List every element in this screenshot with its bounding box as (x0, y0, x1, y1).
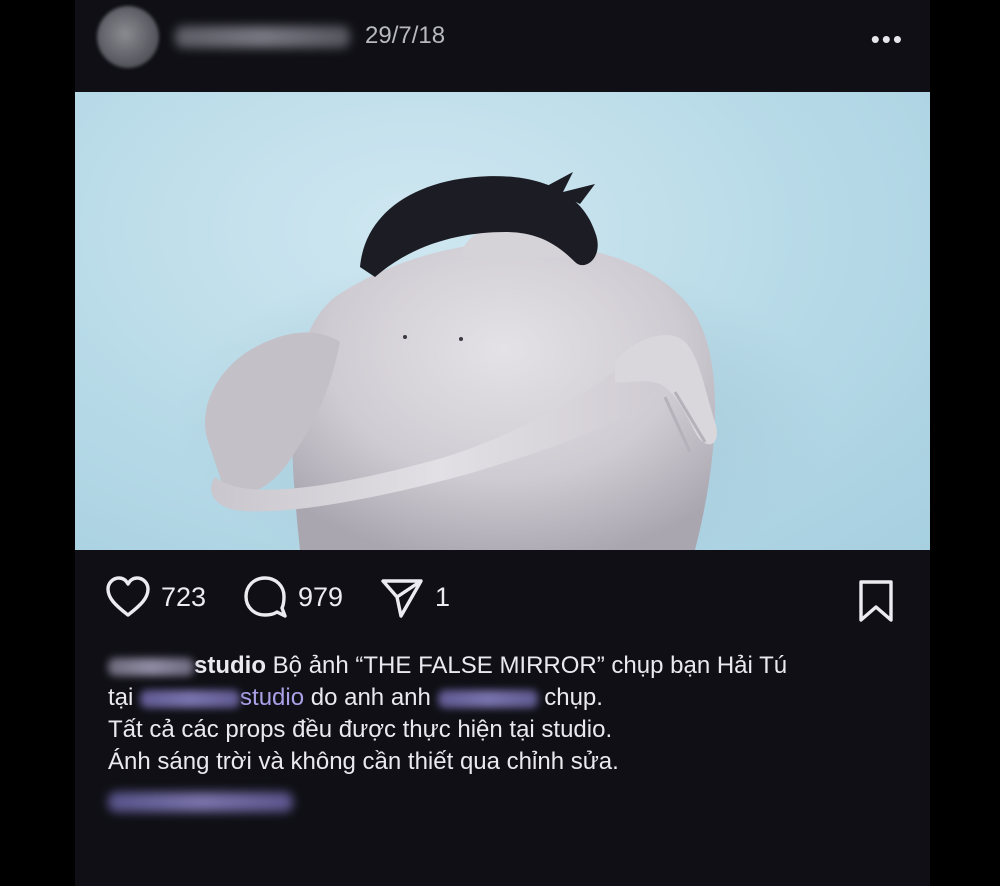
blurred-photographer-mention[interactable] (437, 689, 538, 708)
post-date: 29/7/18 (365, 22, 446, 49)
caption-line1-text: Bộ ảnh “THE FALSE MIRROR” chụp bạn Hải T… (272, 652, 788, 679)
caption-line-1: studio Bộ ảnh “THE FALSE MIRROR” chụp bạ… (108, 650, 898, 682)
action-bar: 723 979 1 (75, 575, 930, 631)
share-count: 1 (435, 581, 451, 612)
save-button[interactable] (856, 579, 896, 628)
post-header: 29/7/18 ••• (75, 0, 930, 92)
comment-icon (244, 576, 287, 618)
blurred-hashtag-link[interactable] (108, 792, 293, 812)
caption-line2-end: chụp. (544, 684, 603, 711)
heart-icon (106, 576, 150, 617)
post-card: 29/7/18 ••• 723 979 1 studio Bộ ảnh “THE… (75, 0, 930, 886)
photo-back-figure (175, 172, 835, 550)
bookmark-icon (859, 580, 893, 622)
like-button[interactable]: 723 (105, 575, 206, 619)
like-count: 723 (161, 581, 207, 612)
mention-suffix: studio (240, 684, 305, 711)
caption-line-3: Tất cả các props đều được thực hiện tại … (108, 716, 613, 743)
more-dots-icon[interactable]: ••• (871, 24, 904, 55)
caption-username[interactable]: studio (194, 652, 266, 679)
caption-line2-mid: do anh anh (310, 684, 431, 711)
caption-line2-prefix: tại (108, 684, 134, 711)
blurred-mention (140, 689, 241, 708)
share-button[interactable]: 1 (379, 575, 450, 619)
studio-mention-link[interactable]: studio (140, 684, 304, 711)
post-caption: studio Bộ ảnh “THE FALSE MIRROR” chụp bạ… (108, 650, 898, 778)
share-icon (381, 579, 423, 618)
comment-count: 979 (298, 581, 344, 612)
avatar[interactable] (97, 6, 159, 68)
caption-line-2: tại studio do anh anh chụp. (108, 682, 898, 714)
blurred-username[interactable] (175, 26, 350, 48)
caption-line-4: Ánh sáng trời và không cần thiết qua chỉ… (108, 748, 619, 775)
blurred-username-prefix (108, 657, 194, 676)
post-photo[interactable] (75, 92, 930, 550)
comment-button[interactable]: 979 (242, 575, 343, 619)
